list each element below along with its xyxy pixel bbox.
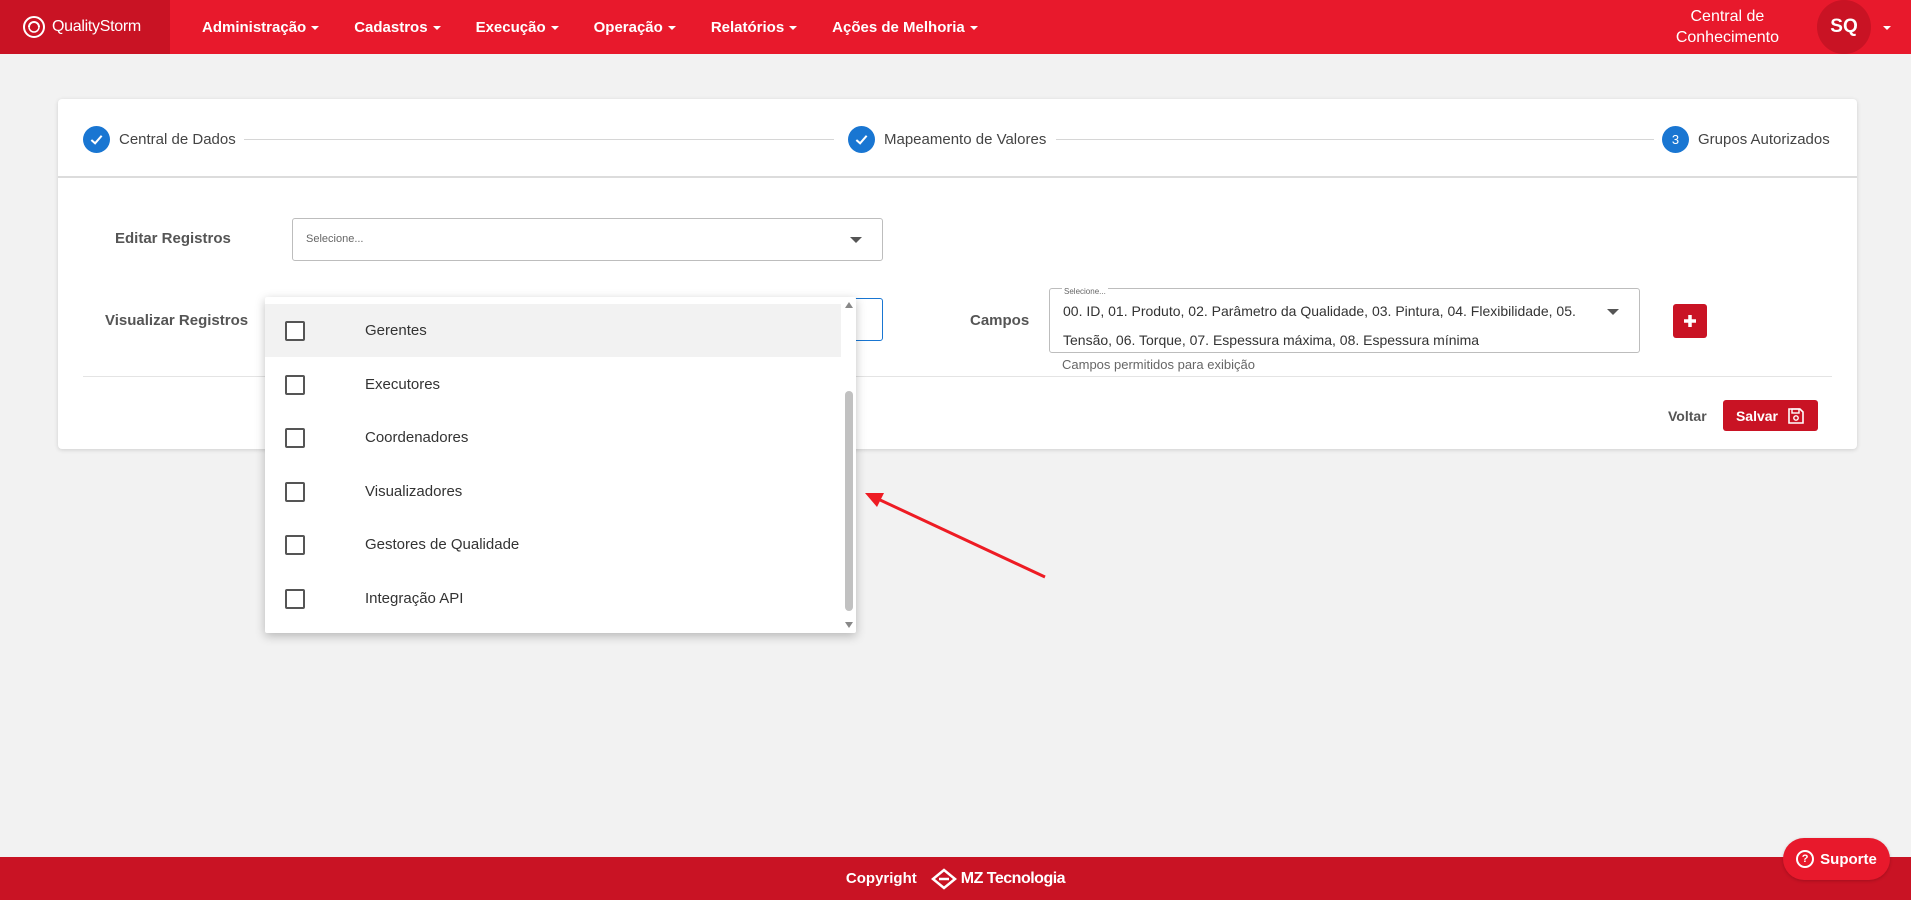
suporte-button[interactable]: ? Suporte [1783,838,1890,880]
scroll-down-arrow-icon[interactable] [845,622,853,628]
checkbox[interactable] [285,588,305,609]
salvar-button[interactable]: Salvar [1723,400,1818,431]
menu-label: Operação [593,18,663,36]
brand-logo-link[interactable]: QualityStorm [0,0,170,54]
save-icon [1788,407,1804,424]
knowledge-line-1: Central de [1690,8,1765,25]
checkbox[interactable] [285,481,305,502]
mz-logo-icon [930,867,957,890]
option-integracao-api[interactable]: Integração API [265,572,841,625]
menu-label: Relatórios [710,18,785,36]
campos-selected-values: 00. ID, 01. Produto, 02. Parâmetro da Qu… [1063,303,1576,348]
select-placeholder: Selecione... [306,233,364,245]
step-central-de-dados[interactable]: Central de Dados [83,126,236,153]
menu-label: Execução [475,18,546,36]
caret-down-icon [550,26,559,30]
user-menu-caret-icon[interactable] [1883,26,1891,30]
option-gestores-de-qualidade[interactable]: Gestores de Qualidade [265,518,841,571]
option-label: Executores [365,376,441,393]
editar-registros-label: Editar Registros [115,230,231,247]
knowledge-line-2: Conhecimento [1675,29,1779,46]
caret-down-icon [789,26,798,30]
menu-acoes-de-melhoria[interactable]: Ações de Melhoria [816,19,997,36]
step-label: Mapeamento de Valores [884,131,1047,148]
help-icon: ? [1796,850,1815,868]
option-coordenadores[interactable]: Coordenadores [265,411,841,464]
option-label: Gerentes [365,322,427,339]
visualizar-registros-label: Visualizar Registros [105,312,249,329]
scrollbar-thumb[interactable] [845,391,853,611]
checkbox[interactable] [285,427,305,448]
menu-administracao[interactable]: Administração [186,19,338,36]
voltar-button[interactable]: Voltar [1668,408,1707,424]
option-gerentes[interactable]: Gerentes [265,304,841,357]
top-navbar: QualityStorm Administração Cadastros Exe… [0,0,1911,54]
visualizar-registros-dropdown: Gerentes Executores Coordenadores Visual… [265,297,856,633]
caret-down-icon [432,26,441,30]
mz-tecnologia-logo: MZ Tecnologia [930,867,1066,890]
plus-icon [1684,315,1696,327]
option-label: Integração API [365,590,464,607]
campos-label: Campos [970,312,1030,329]
campos-small-label: Selecione... [1062,287,1108,296]
scroll-up-arrow-icon[interactable] [845,302,853,308]
caret-down-icon [311,26,320,30]
campos-helper-text: Campos permitidos para exibição [1062,357,1255,372]
user-avatar[interactable]: SQ [1817,0,1871,54]
company-name: MZ Tecnologia [960,869,1066,887]
add-button[interactable] [1673,304,1707,338]
caret-down-icon [969,26,978,30]
suporte-label: Suporte [1820,850,1877,868]
copyright-text: Copyright [845,870,917,887]
campos-multiselect[interactable]: Selecione... 00. ID, 01. Produto, 02. Pa… [1049,287,1640,353]
option-executores[interactable]: Executores [265,358,841,411]
qualitystorm-logo-icon [23,16,45,38]
central-de-conhecimento-link[interactable]: Central de Conhecimento [1676,6,1779,48]
editar-registros-select[interactable]: Selecione... [292,218,883,261]
step-label: Central de Dados [119,131,236,148]
page-footer: Copyright MZ Tecnologia [0,857,1911,900]
annotation-arrow-icon [865,493,1046,579]
brand-name: QualityStorm [52,18,141,35]
caret-down-icon [667,26,676,30]
dropdown-scrollbar[interactable] [841,297,856,633]
step-connector [244,139,834,140]
menu-label: Cadastros [354,18,428,36]
salvar-label: Salvar [1735,407,1779,424]
checkbox[interactable] [285,374,305,395]
chevron-down-icon [1607,309,1619,315]
option-visualizadores[interactable]: Visualizadores [265,465,841,518]
menu-relatorios[interactable]: Relatórios [695,19,816,36]
menu-label: Administração [202,18,307,36]
step-mapeamento-de-valores[interactable]: Mapeamento de Valores [848,126,1046,153]
menu-operacao[interactable]: Operação [578,19,695,36]
navbar-right: Central de Conhecimento SQ [1676,0,1911,54]
checkbox[interactable] [285,320,305,341]
check-icon [83,126,110,153]
chevron-down-icon [850,237,862,243]
main-menu: Administração Cadastros Execução Operaçã… [186,19,997,36]
step-number-badge: 3 [1662,126,1689,153]
wizard-stepper: Central de Dados Mapeamento de Valores 3… [58,99,1857,178]
step-label: Grupos Autorizados [1698,131,1830,148]
option-label: Visualizadores [365,483,463,500]
checkbox[interactable] [285,534,305,555]
menu-label: Ações de Melhoria [832,18,965,36]
step-grupos-autorizados[interactable]: 3 Grupos Autorizados [1662,126,1830,153]
option-label: Gestores de Qualidade [365,536,520,553]
menu-execucao[interactable]: Execução [460,19,578,36]
menu-cadastros[interactable]: Cadastros [338,19,459,36]
option-label: Coordenadores [365,429,469,446]
step-connector [1056,139,1654,140]
check-icon [848,126,875,153]
